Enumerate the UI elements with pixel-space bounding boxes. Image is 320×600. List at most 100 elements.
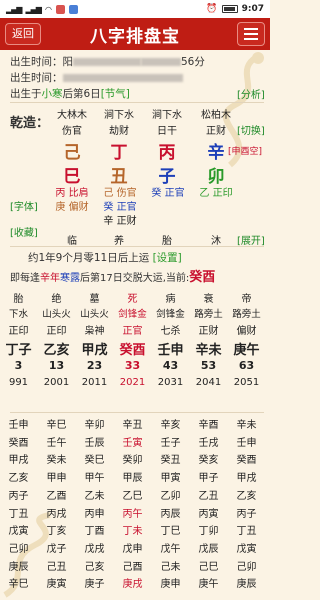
menu-button[interactable]	[237, 22, 265, 46]
liunian-cell[interactable]: 庚午	[190, 576, 227, 594]
dayun-age: 13	[48, 359, 65, 372]
liunian-cell[interactable]: 癸亥	[190, 452, 227, 470]
canggan-month-3: 辛 正财	[103, 216, 137, 227]
dayun-stage: 墓	[89, 294, 100, 305]
liunian-cell[interactable]: 丙午	[114, 506, 151, 524]
liunian-cell[interactable]: 癸酉	[228, 452, 265, 470]
liunian-cell[interactable]: 甲戌	[0, 452, 37, 470]
liunian-cell[interactable]: 己巳	[190, 559, 227, 577]
liunian-cell[interactable]: 庚寅	[38, 576, 75, 594]
settings-link[interactable]: [设置]	[153, 252, 182, 264]
liunian-cell[interactable]: 丙寅	[190, 506, 227, 524]
liunian-cell[interactable]: 癸巳	[76, 452, 113, 470]
liunian-cell[interactable]: 辛酉	[190, 417, 227, 435]
liunian-cell[interactable]: 庚辰	[228, 576, 265, 594]
liunian-cell[interactable]: 壬申	[0, 417, 37, 435]
dayun-ganzhi[interactable]: 丁子	[0, 339, 37, 358]
liunian-cell[interactable]: 乙亥	[0, 470, 37, 488]
liunian-cell[interactable]: 壬寅	[114, 435, 151, 453]
liunian-cell[interactable]: 丁亥	[38, 523, 75, 541]
collect-button[interactable]: [收藏]	[10, 224, 38, 239]
nayin-hour: 松柏木	[201, 110, 231, 121]
shishen-month: 劫财	[109, 126, 129, 137]
liunian-cell[interactable]: 乙未	[76, 488, 113, 506]
liunian-cell[interactable]: 乙卯	[152, 488, 189, 506]
liunian-cell[interactable]: 戊戌	[76, 541, 113, 559]
liunian-cell[interactable]: 庚辰	[0, 559, 37, 577]
liunian-cell[interactable]: 戊寅	[228, 541, 265, 559]
font-button[interactable]: [字体]	[10, 198, 38, 213]
liunian-cell[interactable]: 癸卯	[114, 452, 151, 470]
liunian-cell[interactable]: 辛丑	[114, 417, 151, 435]
liunian-cell[interactable]: 己卯	[0, 541, 37, 559]
changsheng-month: 养	[114, 236, 124, 247]
liunian-cell[interactable]: 丙申	[76, 506, 113, 524]
liunian-cell[interactable]: 甲子	[190, 470, 227, 488]
clock: 9:07	[241, 4, 264, 14]
liunian-cell[interactable]: 乙丑	[190, 488, 227, 506]
liunian-cell[interactable]: 甲辰	[114, 470, 151, 488]
liunian-cell[interactable]: 甲午	[76, 470, 113, 488]
liunian-cell[interactable]: 戊午	[152, 541, 189, 559]
liunian-cell[interactable]: 丙子	[0, 488, 37, 506]
liunian-cell[interactable]: 戊寅	[0, 523, 37, 541]
liunian-cell[interactable]: 癸酉	[0, 435, 37, 453]
liunian-cell[interactable]: 丙辰	[152, 506, 189, 524]
expand-button[interactable]: [展开]	[237, 232, 265, 247]
shishen-year: 伤官	[62, 126, 82, 137]
liunian-cell[interactable]: 壬子	[152, 435, 189, 453]
liunian-cell[interactable]: 丁丑	[0, 506, 37, 524]
liunian-cell[interactable]: 癸未	[38, 452, 75, 470]
dayun-stage: 胎	[13, 294, 24, 305]
liunian-cell[interactable]: 甲申	[38, 470, 75, 488]
liunian-cell[interactable]: 甲戌	[228, 470, 265, 488]
dayun-nayin: 路旁土	[232, 309, 261, 320]
liunian-cell[interactable]: 乙巳	[114, 488, 151, 506]
dayun-ganzhi[interactable]: 壬申	[152, 339, 189, 358]
kongwang-tag[interactable]: [申酉空]	[220, 144, 270, 157]
current-dayun[interactable]: 癸酉	[189, 270, 215, 285]
liunian-cell[interactable]: 己亥	[76, 559, 113, 577]
liunian-cell[interactable]: 戊申	[114, 541, 151, 559]
liunian-cell[interactable]: 丁巳	[152, 523, 189, 541]
liunian-cell[interactable]: 壬申	[228, 435, 265, 453]
liunian-cell[interactable]: 癸丑	[152, 452, 189, 470]
nayin-year: 大林木	[57, 110, 87, 121]
liunian-cell[interactable]: 壬戌	[190, 435, 227, 453]
liunian-cell[interactable]: 丁丑	[228, 523, 265, 541]
liunian-cell[interactable]: 己酉	[114, 559, 151, 577]
solar-term-link[interactable]: [节气]	[101, 88, 130, 100]
liunian-cell[interactable]: 壬午	[38, 435, 75, 453]
liunian-cell[interactable]: 辛卯	[76, 417, 113, 435]
dayun-ganzhi[interactable]: 甲戌	[76, 339, 113, 358]
dayun-shishen: 正印	[8, 326, 29, 337]
liunian-cell[interactable]: 己未	[152, 559, 189, 577]
dayun-ganzhi[interactable]: 癸酉	[114, 339, 151, 358]
qianzao-label: 乾造：	[10, 116, 50, 131]
liunian-cell[interactable]: 庚申	[152, 576, 189, 594]
liunian-cell[interactable]: 乙酉	[38, 488, 75, 506]
dayun-ganzhi[interactable]: 辛未	[190, 339, 227, 358]
liunian-cell[interactable]: 甲寅	[152, 470, 189, 488]
switch-button[interactable]: [切换]	[237, 122, 265, 137]
liunian-cell[interactable]: 辛巳	[38, 417, 75, 435]
dayun-ganzhi[interactable]: 庚午	[228, 339, 265, 358]
liunian-cell[interactable]: 丙子	[228, 506, 265, 524]
liunian-cell[interactable]: 戊辰	[190, 541, 227, 559]
liunian-cell[interactable]: 辛巳	[0, 576, 37, 594]
liunian-cell[interactable]: 辛未	[228, 417, 265, 435]
liunian-cell[interactable]: 丁未	[114, 523, 151, 541]
liunian-cell[interactable]: 己卯	[228, 559, 265, 577]
liunian-cell[interactable]: 丁卯	[190, 523, 227, 541]
liunian-cell[interactable]: 丙戌	[38, 506, 75, 524]
dayun-ganzhi[interactable]: 乙亥	[38, 339, 75, 358]
liunian-cell[interactable]: 壬辰	[76, 435, 113, 453]
liunian-cell[interactable]: 己丑	[38, 559, 75, 577]
liunian-cell[interactable]: 乙亥	[228, 488, 265, 506]
analysis-button[interactable]: [分析]	[237, 86, 265, 101]
liunian-cell[interactable]: 辛亥	[152, 417, 189, 435]
liunian-cell[interactable]: 戊子	[38, 541, 75, 559]
liunian-cell[interactable]: 庚子	[76, 576, 113, 594]
liunian-cell[interactable]: 丁酉	[76, 523, 113, 541]
liunian-cell[interactable]: 庚戌	[114, 576, 151, 594]
